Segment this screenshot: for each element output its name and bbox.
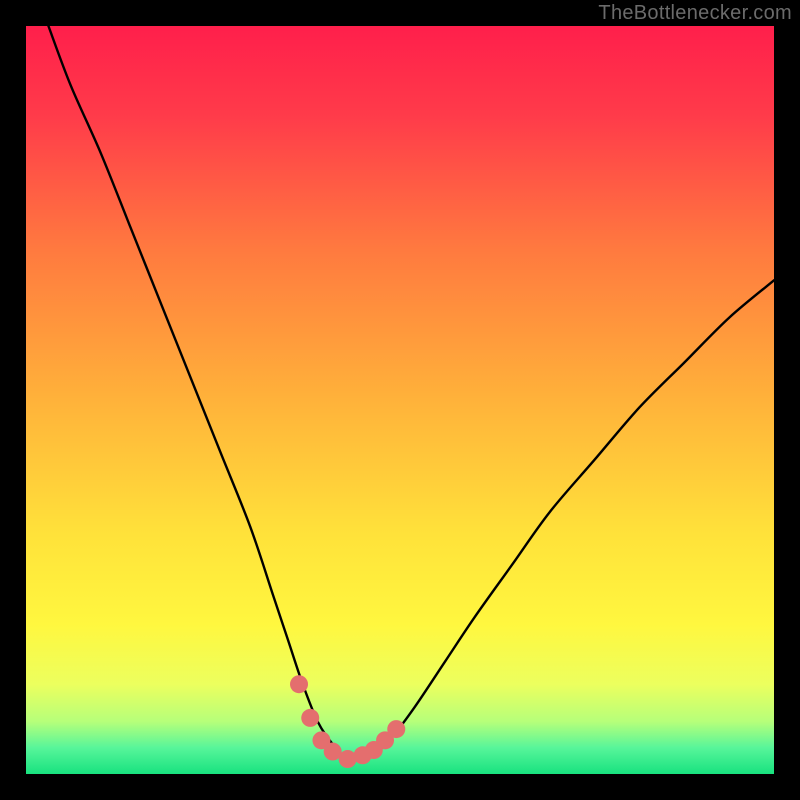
highlight-dot [301, 709, 319, 727]
chart-svg [26, 26, 774, 774]
gradient-background [26, 26, 774, 774]
highlight-dot [387, 720, 405, 738]
highlight-dot [339, 750, 357, 768]
highlight-dot [290, 675, 308, 693]
watermark-text: TheBottlenecker.com [598, 2, 792, 25]
chart-frame [26, 26, 774, 774]
